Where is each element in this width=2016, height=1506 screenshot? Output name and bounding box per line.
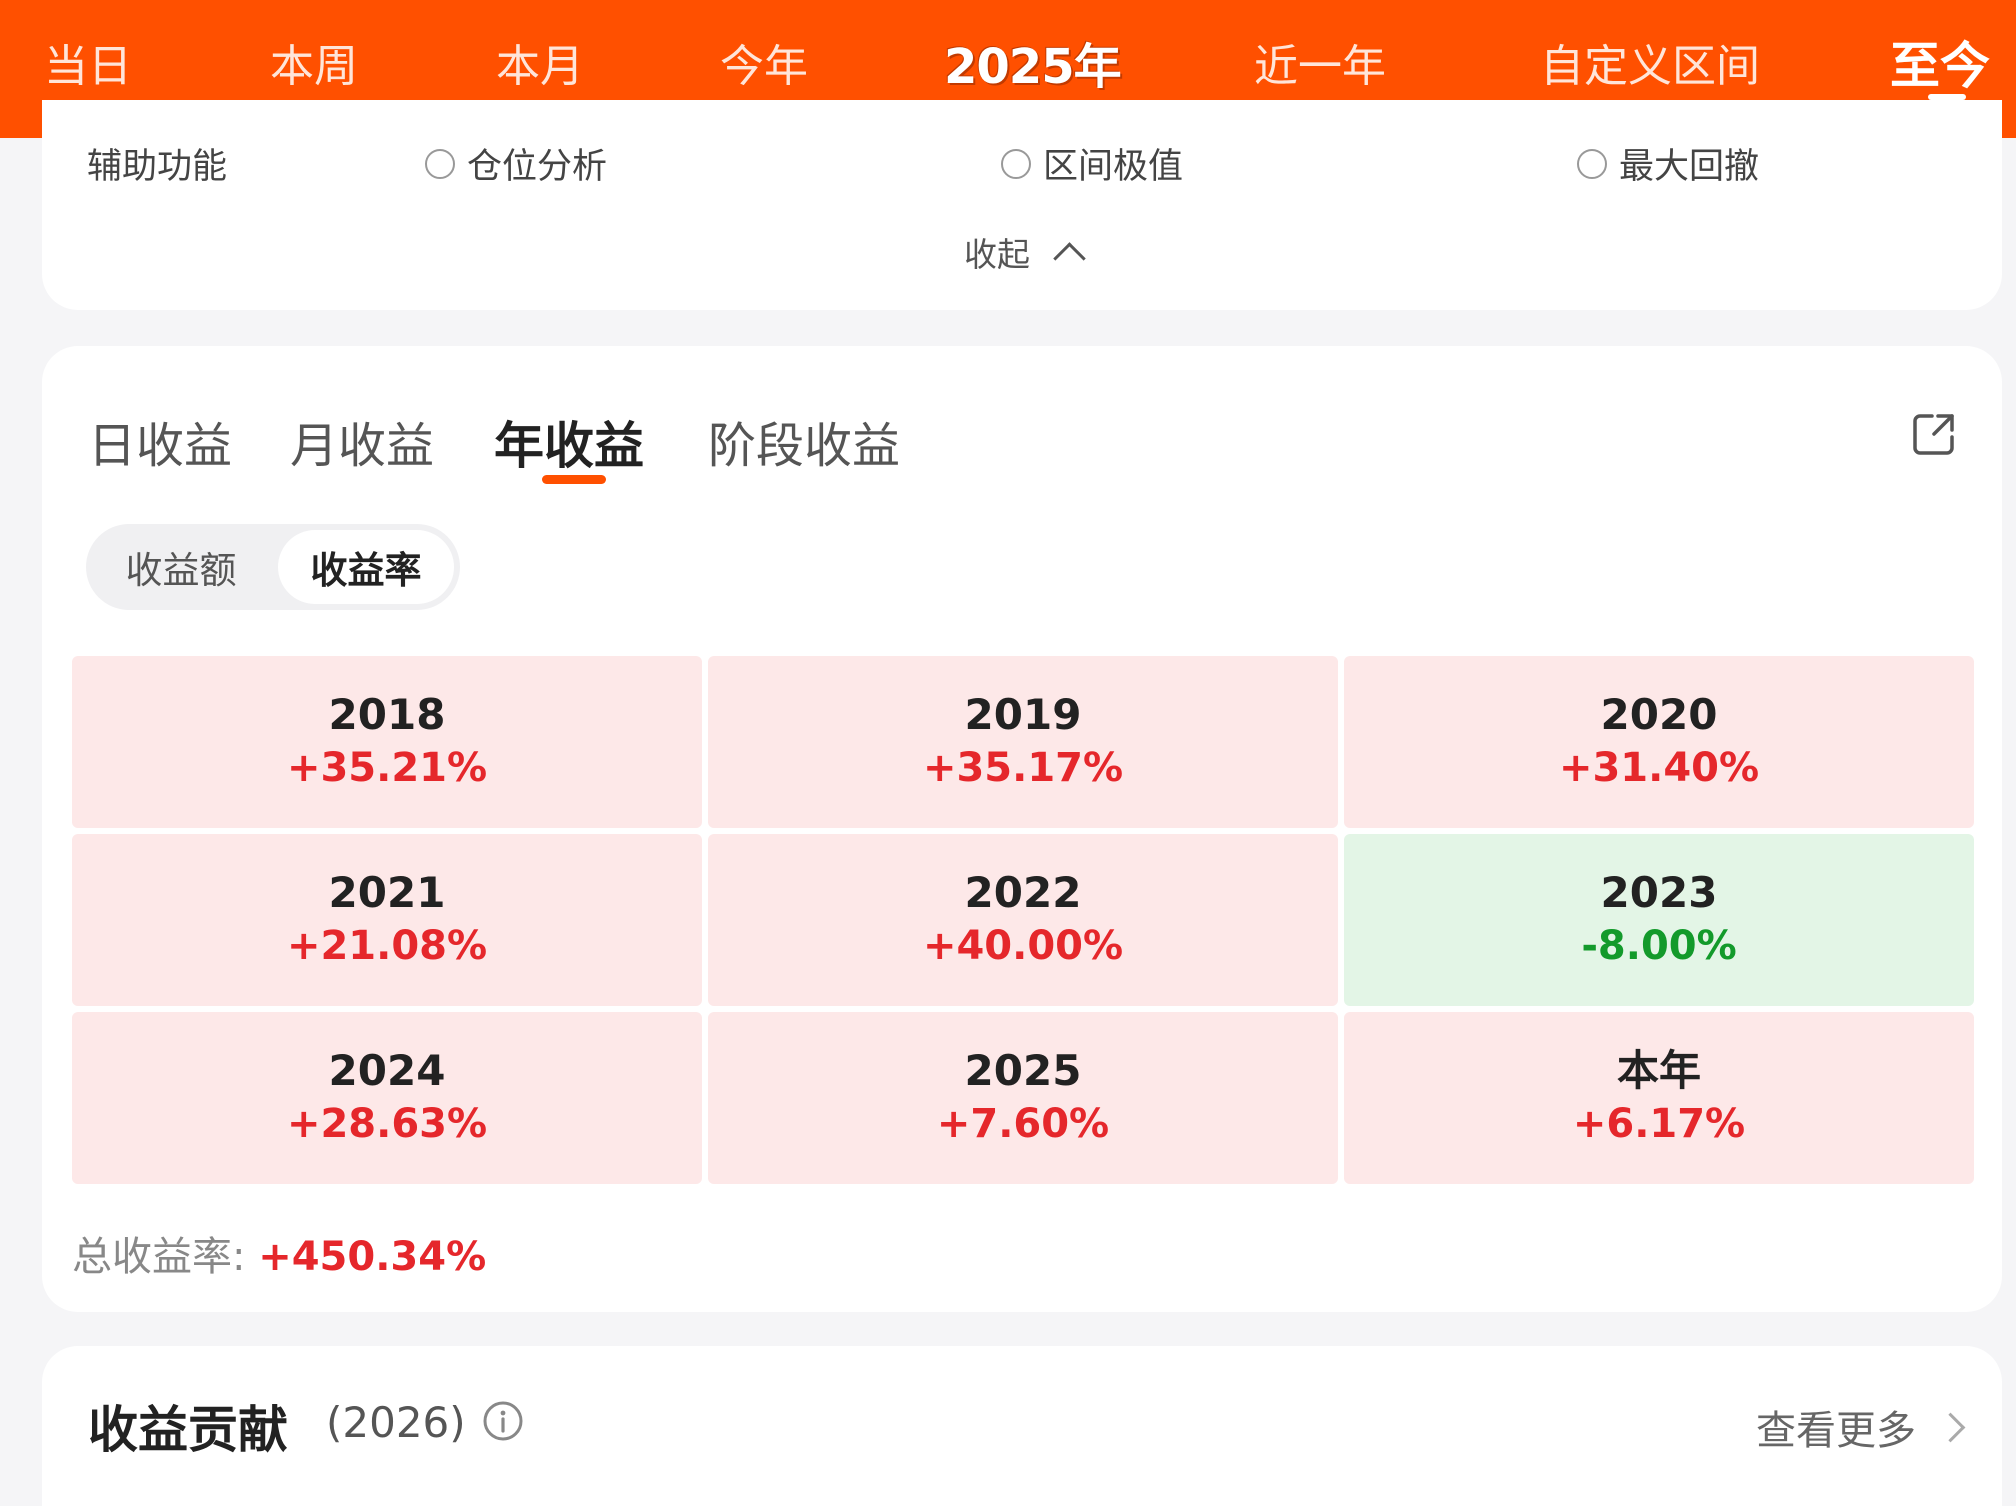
- chevron-right-icon: [1935, 1412, 1966, 1442]
- metric-toggle: 收益额 收益率: [86, 524, 460, 610]
- year-label: 2019: [964, 690, 1082, 739]
- contribution-title: 收益贡献: [88, 1401, 288, 1459]
- subtab-indicator: [542, 475, 606, 484]
- year-cell-2022[interactable]: 2022 +40.00%: [708, 834, 1338, 1006]
- return-value: +40.00%: [922, 923, 1124, 969]
- options-card: 辅助功能 仓位分析 区间极值 最大回撤 收起: [42, 100, 2002, 310]
- segment-rate[interactable]: 收益率: [278, 530, 454, 604]
- year-cell-2018[interactable]: 2018 +35.21%: [72, 656, 702, 828]
- year-cell-2020[interactable]: 2020 +31.40%: [1344, 656, 1974, 828]
- radio-icon: [1001, 148, 1031, 179]
- contribution-card: 收益贡献 (2026) 查看更多: [42, 1346, 2002, 1506]
- tab-daily-returns[interactable]: 日收益: [88, 406, 232, 476]
- contribution-year: (2026): [326, 1398, 466, 1447]
- return-value: +21.08%: [286, 923, 488, 969]
- return-value: -8.00%: [1581, 923, 1737, 969]
- collapse-button[interactable]: 收起: [964, 228, 1086, 276]
- see-more-label: 查看更多: [1756, 1408, 1916, 1454]
- tab-yearly-returns[interactable]: 年收益: [494, 406, 644, 478]
- return-value: +7.60%: [936, 1101, 1110, 1147]
- return-value: +35.21%: [286, 745, 488, 791]
- year-cell-2021[interactable]: 2021 +21.08%: [72, 834, 702, 1006]
- see-more-link[interactable]: 查看更多: [1756, 1398, 1966, 1456]
- year-label: 2021: [328, 868, 446, 917]
- option-range-extremes[interactable]: 区间极值: [1001, 138, 1183, 189]
- year-label: 2025: [964, 1046, 1082, 1095]
- aux-function-label: 辅助功能: [87, 147, 228, 187]
- returns-card: 日收益 月收益 年收益 阶段收益 收益额 收益率 2018 +35.21% 20…: [42, 346, 2002, 1312]
- year-label: 2020: [1600, 690, 1718, 739]
- option-label: 区间极值: [1043, 147, 1184, 187]
- year-cell-current[interactable]: 本年 +6.17%: [1344, 1012, 1974, 1184]
- share-icon[interactable]: [1910, 410, 1958, 458]
- year-label: 2022: [964, 868, 1082, 917]
- info-icon[interactable]: [482, 1400, 524, 1442]
- return-value: +35.17%: [922, 745, 1124, 791]
- tab-period-returns[interactable]: 阶段收益: [708, 406, 900, 476]
- year-label: 2023: [1600, 868, 1718, 917]
- segment-amount[interactable]: 收益额: [86, 524, 276, 610]
- total-return: 总收益率: +450.34%: [72, 1224, 486, 1282]
- year-label: 本年: [1616, 1046, 1701, 1095]
- year-label: 2024: [328, 1046, 446, 1095]
- total-return-label: 总收益率:: [72, 1234, 246, 1280]
- year-label: 2018: [328, 690, 446, 739]
- radio-icon: [1577, 148, 1607, 179]
- option-position-analysis[interactable]: 仓位分析: [425, 138, 607, 189]
- total-return-value: +450.34%: [258, 1234, 487, 1280]
- year-cell-2025[interactable]: 2025 +7.60%: [708, 1012, 1338, 1184]
- collapse-label: 收起: [964, 235, 1030, 274]
- return-value: +28.63%: [286, 1101, 488, 1147]
- year-cell-2024[interactable]: 2024 +28.63%: [72, 1012, 702, 1184]
- option-label: 仓位分析: [467, 147, 608, 187]
- return-value: +6.17%: [1572, 1101, 1746, 1147]
- option-label: 最大回撤: [1619, 147, 1760, 187]
- radio-icon: [425, 148, 455, 179]
- year-cell-2019[interactable]: 2019 +35.17%: [708, 656, 1338, 828]
- tab-monthly-returns[interactable]: 月收益: [290, 406, 434, 476]
- year-cell-2023[interactable]: 2023 -8.00%: [1344, 834, 1974, 1006]
- option-max-drawdown[interactable]: 最大回撤: [1577, 138, 1759, 189]
- return-value: +31.40%: [1558, 745, 1760, 791]
- chevron-up-icon: [1053, 241, 1086, 275]
